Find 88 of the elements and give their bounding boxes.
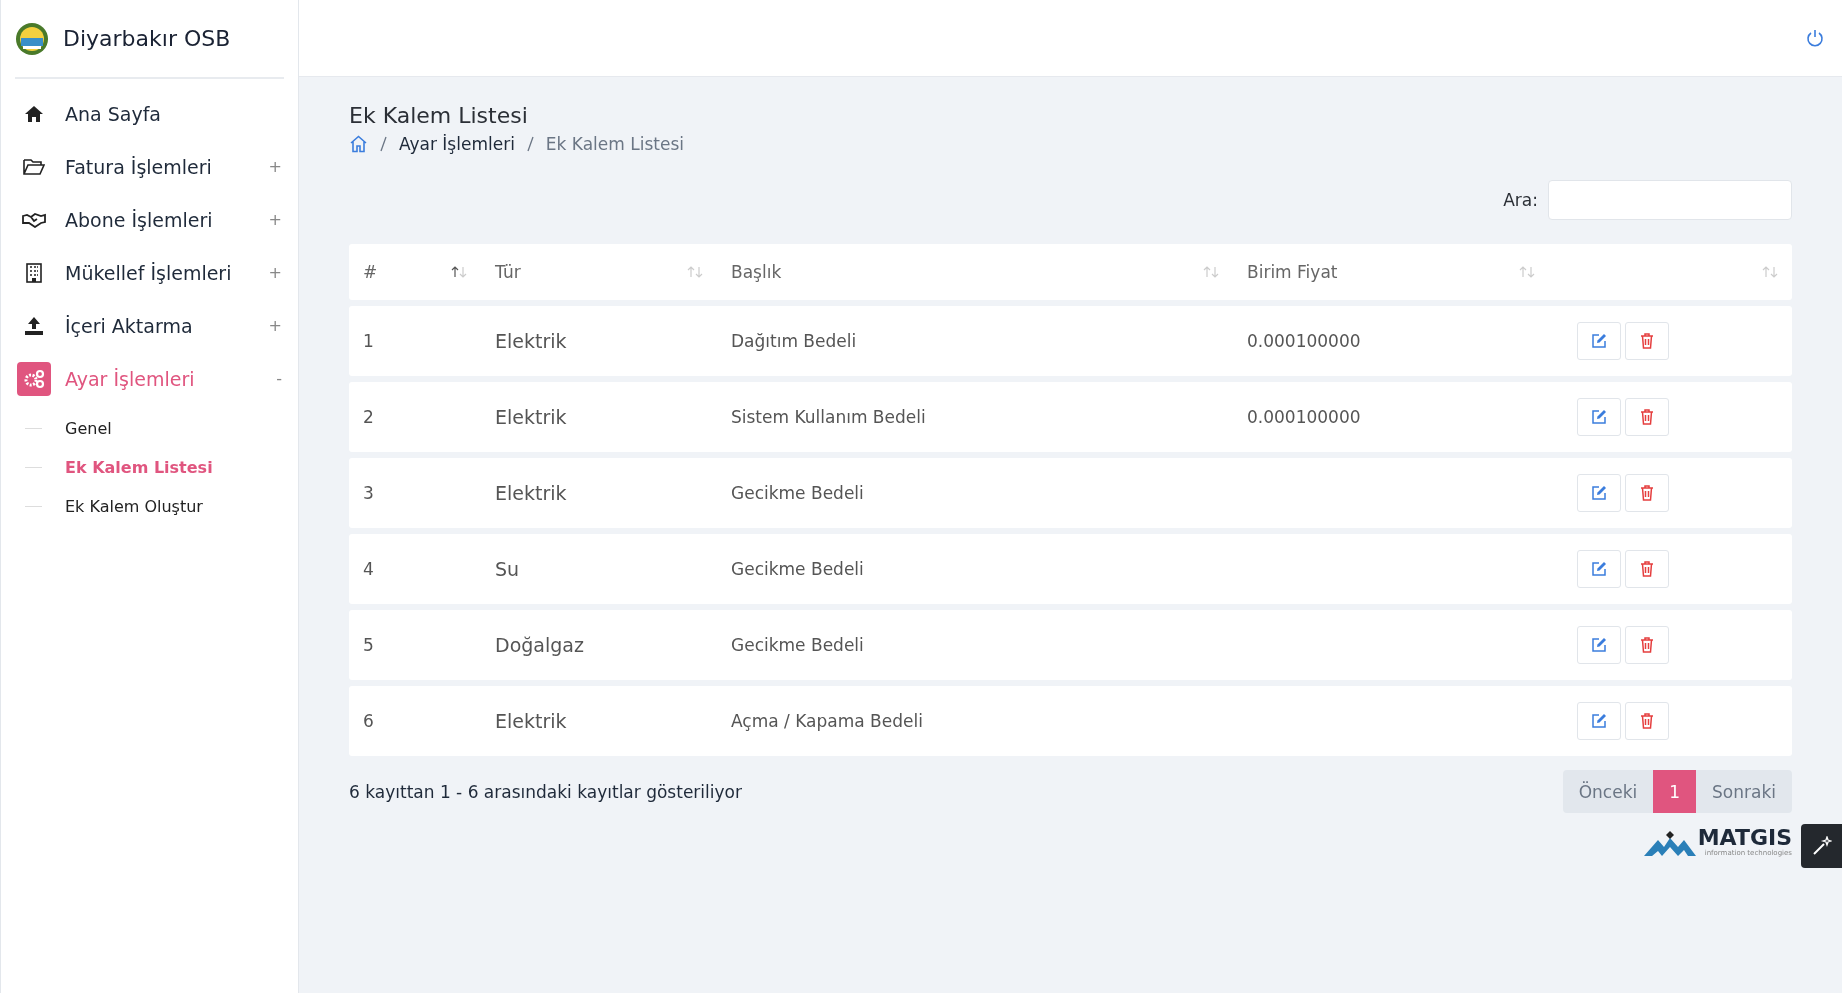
edit-button[interactable] [1577, 474, 1621, 512]
column-header[interactable]: Tür [495, 262, 521, 282]
table-cell: Gecikme Bedeli [731, 635, 864, 655]
edit-button[interactable] [1577, 702, 1621, 740]
submenu-item[interactable]: Ek Kalem Oluştur [1, 487, 298, 526]
search-field[interactable] [1548, 180, 1792, 220]
folder-icon [23, 157, 45, 176]
sidebar-item[interactable]: Fatura İşlemleri + [1, 140, 298, 193]
trash-icon [1640, 561, 1654, 577]
edit-icon [1591, 713, 1607, 729]
edit-icon [1591, 333, 1607, 349]
breadcrumb-item[interactable]: Ayar İşlemleri [399, 134, 515, 154]
table-cell: Su [495, 558, 520, 580]
logo-name: MATGIS [1697, 827, 1792, 849]
logo-icon [15, 21, 49, 56]
table-cell: 4 [363, 559, 374, 579]
sidebar-item[interactable]: Mükellef İşlemleri + [1, 246, 298, 299]
table-cell: 2 [363, 407, 374, 427]
column-header[interactable]: Başlık [731, 262, 782, 282]
delete-button[interactable] [1625, 474, 1669, 512]
sidebar-item[interactable]: İçeri Aktarma + [1, 299, 298, 352]
edit-icon [1591, 637, 1607, 653]
column-header[interactable]: Birim Fiyat [1247, 262, 1338, 282]
search-label: Ara: [1503, 190, 1538, 210]
sidebar-item[interactable]: Ayar İşlemleri - [1, 352, 298, 405]
mountain-logo-icon [1643, 829, 1696, 857]
delete-button[interactable] [1625, 702, 1669, 740]
edit-icon [1591, 409, 1607, 425]
table-cell: 5 [363, 635, 374, 655]
page-title: Ek Kalem Listesi [349, 103, 529, 128]
table-cell: Elektrik [495, 330, 567, 352]
wand-button[interactable] [1801, 824, 1842, 868]
table-cell: Elektrik [495, 482, 567, 504]
edit-icon [1591, 485, 1607, 501]
trash-icon [1640, 637, 1654, 653]
home-icon [24, 104, 44, 123]
table-cell: Dağıtım Bedeli [731, 331, 857, 351]
delete-button[interactable] [1625, 398, 1669, 436]
home-icon[interactable] [349, 135, 368, 153]
records-info: 6 kayıttan 1 - 6 arasındaki kayıtlar gösteriliyor [349, 781, 742, 802]
next-page-button[interactable]: Sonraki [1696, 770, 1792, 813]
brand-name: Diyarbakır OSB [63, 26, 231, 51]
delete-button[interactable] [1625, 626, 1669, 664]
edit-button[interactable] [1577, 398, 1621, 436]
expand-toggle[interactable]: + [268, 263, 282, 282]
trash-icon [1640, 713, 1654, 729]
breadcrumb-separator [380, 136, 387, 152]
trash-icon [1640, 333, 1654, 349]
expand-toggle[interactable]: + [268, 157, 282, 176]
table-cell: 0.000100000 [1247, 331, 1361, 351]
gears-icon [23, 368, 45, 389]
magic-wand-icon [1811, 836, 1832, 856]
table-cell: 1 [363, 331, 374, 351]
breadcrumb-separator [526, 136, 534, 152]
page-button[interactable]: 1 [1653, 770, 1697, 813]
sort-icon[interactable] [451, 266, 467, 278]
edit-button[interactable] [1577, 626, 1621, 664]
expand-toggle[interactable]: + [268, 210, 282, 229]
submenu-item[interactable]: Genel [1, 409, 298, 448]
table-cell: Açma / Kapama Bedeli [731, 711, 923, 731]
table-cell: Elektrik [495, 710, 567, 732]
delete-button[interactable] [1625, 550, 1669, 588]
upload-icon [24, 315, 44, 336]
trash-icon [1640, 485, 1654, 501]
breadcrumb-item: Ek Kalem Listesi [545, 134, 685, 154]
table-cell: Gecikme Bedeli [731, 483, 864, 503]
power-icon[interactable] [1806, 29, 1824, 47]
table-cell: Elektrik [495, 406, 567, 428]
sidebar-item[interactable]: Ana Sayfa [1, 87, 298, 140]
table-cell: Sistem Kullanım Bedeli [731, 407, 926, 427]
delete-button[interactable] [1625, 322, 1669, 360]
edit-button[interactable] [1577, 550, 1621, 588]
table-cell: Doğalgaz [495, 634, 584, 656]
table-cell: 3 [363, 483, 374, 503]
expand-toggle[interactable]: - [276, 369, 282, 388]
table-cell: 0.000100000 [1247, 407, 1361, 427]
previous-page-button[interactable]: Önceki [1562, 770, 1654, 813]
sidebar-item[interactable]: Abone İşlemleri + [1, 193, 298, 246]
edit-icon [1591, 561, 1607, 577]
submenu-item[interactable]: Ek Kalem Listesi [1, 448, 298, 487]
edit-button[interactable] [1577, 322, 1621, 360]
expand-toggle[interactable]: + [268, 316, 282, 335]
table-cell: Gecikme Bedeli [731, 559, 864, 579]
building-icon [26, 262, 42, 283]
column-header[interactable]: # [363, 262, 378, 282]
table-cell: 6 [363, 711, 374, 731]
handshake-icon [22, 211, 46, 228]
trash-icon [1640, 409, 1654, 425]
